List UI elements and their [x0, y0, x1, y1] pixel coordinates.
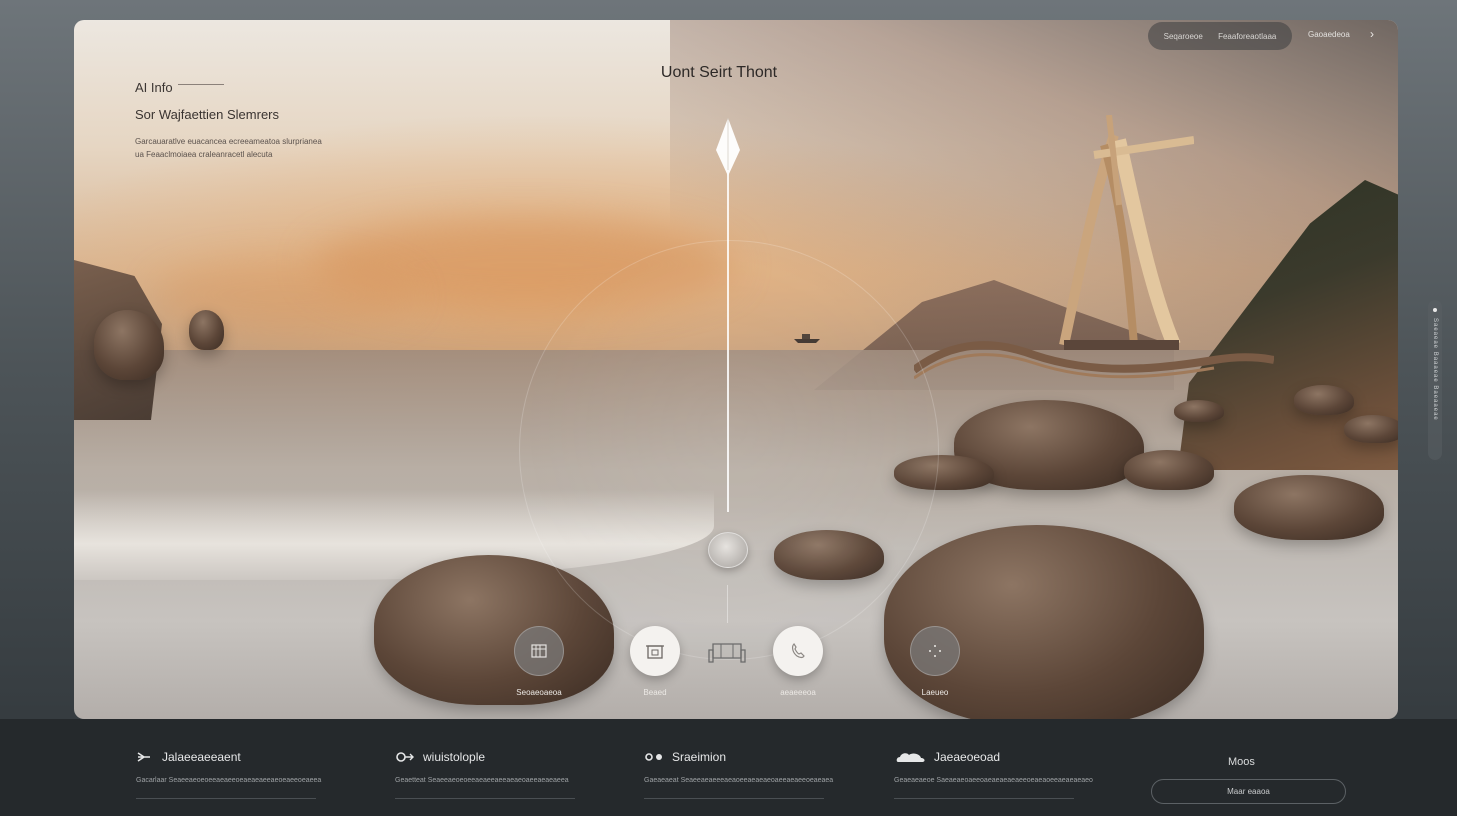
- windmill-illustration: [1059, 115, 1194, 350]
- rock: [94, 310, 164, 380]
- feature-card[interactable]: Sraeimion Gaeaeaeat Seaeeaeaeeeaeaoeeaea…: [644, 749, 834, 799]
- intro-title: Sor Wajfaettien Slemrers: [135, 107, 280, 122]
- action-button-phone[interactable]: [773, 626, 823, 676]
- intro-divider: [178, 84, 224, 85]
- feature-title: Jaeaeoeoad: [934, 750, 1001, 764]
- building-icon: [531, 644, 547, 658]
- circles-icon: [645, 753, 662, 761]
- pier-illustration: [914, 341, 1274, 380]
- slider-tail: [727, 585, 728, 623]
- side-scroll-rail[interactable]: Saeaeae Baaaeae Baeaaeae: [1428, 300, 1442, 460]
- feature-divider: [395, 798, 575, 799]
- sofa-icon: [708, 643, 746, 663]
- intro-description: Garcauaratlve euacancea ecreeameatoa slu…: [135, 137, 322, 159]
- top-nav-item[interactable]: Seqaroeoe: [1164, 32, 1203, 41]
- more-button[interactable]: Maar eaaoa: [1151, 779, 1346, 804]
- feature-title: Sraeimion: [672, 750, 727, 764]
- action-button-compass[interactable]: [910, 626, 960, 676]
- hero-title: Uont Seirt Thont: [660, 64, 778, 81]
- more-title: Moos: [1228, 756, 1255, 768]
- feature-description: Gacarlaar Seaeeaeoeoeeaeaeeoeaeaeaeeaeoe…: [136, 777, 322, 784]
- action-label: aeaeeeoa: [780, 688, 816, 697]
- rock: [1124, 450, 1214, 490]
- feature-card[interactable]: wiuistolople Geaetteat Seaeeaeoeoeeaeaee…: [395, 749, 575, 799]
- feature-divider: [894, 798, 1074, 799]
- rock: [1234, 475, 1384, 540]
- bottom-feature-bar: Jalaeeaeeaent Gacarlaar Seaeeaeoeoeeaeae…: [0, 719, 1457, 816]
- arrow-icon: [137, 752, 150, 762]
- hero-card: AI Info Sor Wajfaettien Slemrers Garcaua…: [74, 20, 1398, 719]
- action-button-sofa[interactable]: [702, 626, 752, 676]
- feature-description: Gaeaeaeat Seaeeaeaeeeaeaoeeaeaeaeoaeeaea…: [644, 777, 834, 784]
- feature-description: Geaeaeaeoe Saeaeaeoaeeoaeaeaeaeaeeoeaeao…: [894, 777, 1093, 784]
- feature-title: wiuistolople: [423, 750, 486, 764]
- rail-text: Saeaeae Baaaeae Baeaaeae: [1432, 318, 1438, 421]
- rock: [1294, 385, 1354, 415]
- feature-card[interactable]: Jaeaeoeoad Geaeaeaeoe Saeaeaeoaeeoaeaeae…: [894, 749, 1093, 799]
- chevron-right-icon[interactable]: ›: [1370, 27, 1374, 41]
- action-label: Laeueo: [921, 688, 949, 697]
- home-icon: [646, 645, 664, 659]
- glass-lens: [519, 240, 939, 660]
- intro-eyebrow: AI Info: [135, 80, 173, 95]
- rock: [1174, 400, 1224, 422]
- rock: [1344, 415, 1398, 443]
- feature-card[interactable]: Jalaeeaeeaent Gacarlaar Seaeeaeoeoeeaeae…: [136, 749, 322, 799]
- top-nav-item[interactable]: Feaaforeaotlaaa: [1218, 32, 1276, 41]
- action-button-building[interactable]: [514, 626, 564, 676]
- cloud-icon: [896, 753, 925, 762]
- top-nav-pill: Seqaroeoe Feaaforeaotlaaa: [1148, 22, 1292, 50]
- feature-divider: [644, 798, 824, 799]
- feature-description: Geaetteat Seaeeaeoeoeeaeaeeaeeaeaeoaeeae…: [395, 777, 569, 784]
- feature-divider: [136, 798, 316, 799]
- action-label: Beaed: [643, 688, 667, 697]
- slider-track[interactable]: [727, 170, 729, 512]
- action-button-home[interactable]: [630, 626, 680, 676]
- rail-indicator: [1433, 308, 1437, 312]
- top-nav-link[interactable]: Gaoaedeoa: [1308, 30, 1350, 39]
- feature-title: Jalaeeaeeaent: [162, 750, 241, 764]
- action-label: Seoaeoaeoa: [516, 688, 562, 697]
- compass-icon: [929, 645, 941, 657]
- slider-handle[interactable]: [708, 532, 748, 568]
- phone-icon: [791, 643, 805, 659]
- link-icon: [396, 752, 414, 762]
- rock: [189, 310, 224, 350]
